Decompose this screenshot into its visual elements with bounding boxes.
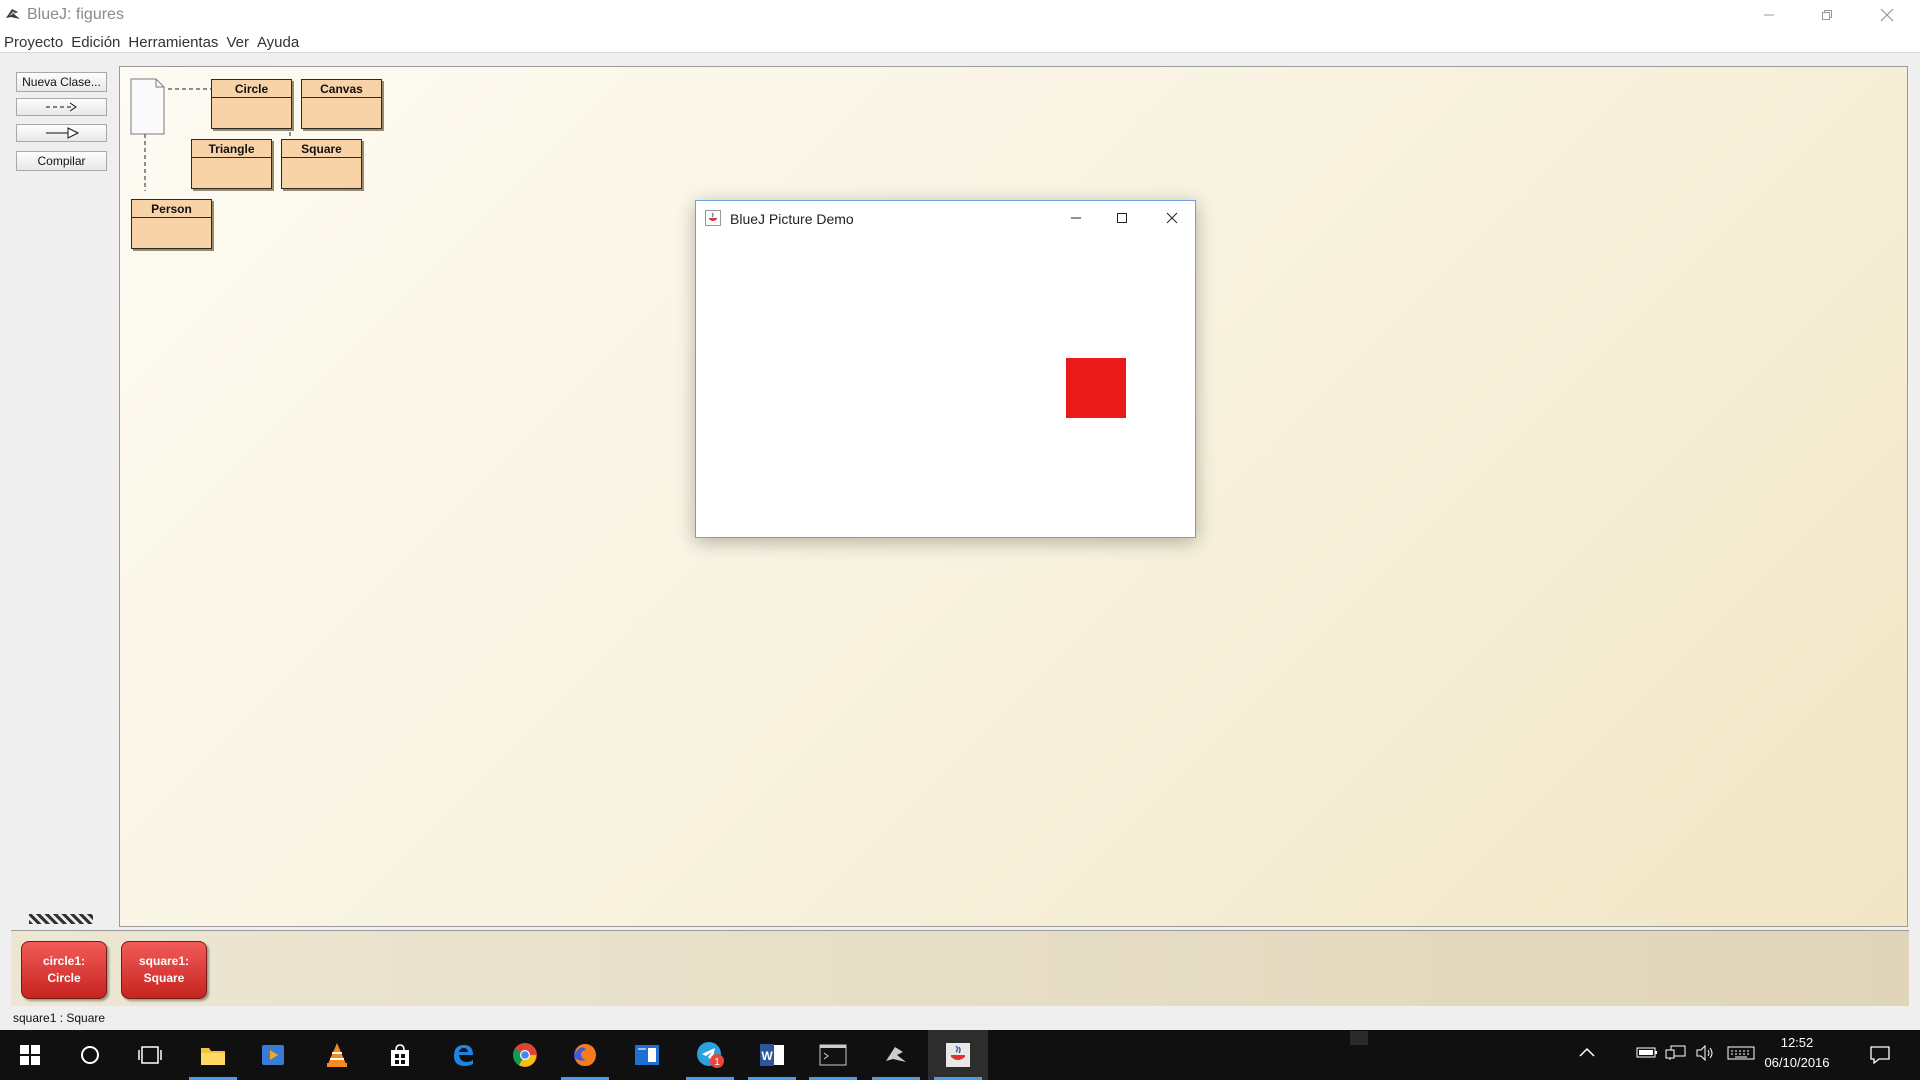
demo-maximize-button[interactable] bbox=[1099, 203, 1145, 233]
picture-demo-window: BlueJ Picture Demo bbox=[695, 200, 1196, 538]
demo-close-button[interactable] bbox=[1149, 203, 1195, 233]
taskbar-clock[interactable]: 12:52 06/10/2016 bbox=[1762, 1033, 1832, 1073]
maximize-icon bbox=[1117, 213, 1127, 223]
uses-arrow-button[interactable] bbox=[16, 98, 107, 116]
close-icon bbox=[1166, 212, 1178, 224]
taskbar-store[interactable] bbox=[370, 1030, 430, 1080]
svg-text:W: W bbox=[761, 1049, 773, 1063]
minimize-button[interactable] bbox=[1740, 0, 1798, 30]
chrome-icon bbox=[513, 1043, 537, 1067]
demo-title-bar[interactable]: BlueJ Picture Demo bbox=[696, 201, 1195, 235]
close-icon bbox=[1880, 8, 1894, 22]
telegram-icon: 1 bbox=[697, 1042, 724, 1068]
taskbar-firefox[interactable] bbox=[555, 1030, 615, 1080]
java-cup-icon bbox=[705, 210, 721, 226]
clock-time: 12:52 bbox=[1780, 1035, 1814, 1050]
class-triangle[interactable]: Triangle bbox=[191, 139, 272, 189]
edge-icon bbox=[454, 1045, 473, 1066]
dashed-arrow-icon bbox=[45, 102, 77, 112]
menu-ayuda[interactable]: Ayuda bbox=[257, 34, 299, 51]
class-canvas[interactable]: Canvas bbox=[301, 79, 382, 129]
title-bar: BlueJ: figures bbox=[0, 0, 1920, 30]
restore-icon bbox=[1822, 10, 1832, 20]
firefox-icon bbox=[574, 1044, 596, 1066]
class-name-canvas: Canvas bbox=[302, 80, 381, 98]
file-explorer-icon bbox=[201, 1048, 225, 1065]
task-view-button[interactable] bbox=[120, 1030, 180, 1080]
telegram-badge-count: 1 bbox=[714, 1057, 720, 1068]
tray-overflow-tab[interactable] bbox=[1350, 1031, 1368, 1045]
taskbar-telegram[interactable]: 1 bbox=[680, 1030, 740, 1080]
action-center-icon[interactable] bbox=[1869, 1045, 1891, 1065]
new-class-button[interactable]: Nueva Clase... bbox=[16, 72, 107, 92]
taskbar-word[interactable]: W bbox=[742, 1030, 802, 1080]
left-toolbar: Nueva Clase... Compilar bbox=[0, 53, 120, 923]
taskbar-reader[interactable] bbox=[617, 1030, 677, 1080]
cortana-button[interactable] bbox=[60, 1030, 120, 1080]
bluej-app-icon bbox=[6, 9, 20, 19]
show-hidden-icons-icon[interactable] bbox=[1578, 1045, 1596, 1059]
minimize-icon bbox=[1764, 14, 1774, 16]
status-bar-text: square1 : Square bbox=[13, 1011, 106, 1025]
taskbar-bluej[interactable] bbox=[866, 1030, 926, 1080]
taskbar-chrome[interactable] bbox=[495, 1030, 555, 1080]
class-square[interactable]: Square bbox=[281, 139, 362, 189]
activity-indicator bbox=[29, 914, 93, 924]
taskbar-file-explorer[interactable] bbox=[183, 1030, 243, 1080]
object-square1-type: Square bbox=[143, 971, 185, 985]
close-button[interactable] bbox=[1858, 0, 1916, 30]
task-view-icon bbox=[138, 1046, 162, 1064]
class-name-circle: Circle bbox=[212, 80, 291, 98]
object-circle1-type: Circle bbox=[47, 971, 81, 985]
object-circle1[interactable]: circle1: Circle bbox=[21, 941, 107, 999]
class-name-square: Square bbox=[282, 140, 361, 158]
inherit-arrow-button[interactable] bbox=[16, 124, 107, 142]
object-square1-name: square1: bbox=[138, 954, 190, 968]
inheritance-arrow-icon bbox=[45, 127, 79, 139]
cortana-icon bbox=[81, 1046, 99, 1064]
menu-ver[interactable]: Ver bbox=[226, 34, 249, 51]
object-circle1-name: circle1: bbox=[42, 954, 86, 968]
network-icon[interactable] bbox=[1665, 1045, 1687, 1061]
class-name-person: Person bbox=[132, 200, 211, 218]
class-person[interactable]: Person bbox=[131, 199, 212, 249]
clock-date: 06/10/2016 bbox=[1764, 1055, 1830, 1070]
red-square-shape bbox=[1066, 358, 1126, 418]
object-square1[interactable]: square1: Square bbox=[121, 941, 207, 999]
reader-icon bbox=[635, 1045, 659, 1065]
terminal-icon bbox=[819, 1044, 847, 1066]
taskbar-vlc[interactable] bbox=[307, 1030, 367, 1080]
taskbar: 1 W bbox=[0, 1030, 1920, 1080]
class-circle[interactable]: Circle bbox=[211, 79, 292, 129]
taskbar-java[interactable] bbox=[928, 1030, 988, 1080]
menu-proyecto[interactable]: Proyecto bbox=[4, 34, 63, 51]
start-button[interactable] bbox=[0, 1030, 60, 1080]
keyboard-icon[interactable] bbox=[1727, 1045, 1755, 1061]
menu-bar: Proyecto Edición Herramientas Ver Ayuda bbox=[0, 30, 1920, 54]
windows-logo-icon bbox=[20, 1045, 40, 1065]
taskbar-edge[interactable] bbox=[433, 1030, 493, 1080]
menu-edicion[interactable]: Edición bbox=[71, 34, 120, 51]
volume-icon[interactable] bbox=[1695, 1045, 1715, 1061]
vlc-icon bbox=[327, 1043, 347, 1067]
class-name-triangle: Triangle bbox=[192, 140, 271, 158]
minimize-icon bbox=[1071, 217, 1081, 219]
demo-window-title: BlueJ Picture Demo bbox=[730, 211, 854, 227]
taskbar-media-player[interactable] bbox=[243, 1030, 303, 1080]
demo-minimize-button[interactable] bbox=[1053, 203, 1099, 233]
menu-herramientas[interactable]: Herramientas bbox=[128, 34, 218, 51]
media-player-icon bbox=[262, 1045, 284, 1065]
object-bench: circle1: Circle square1: Square bbox=[11, 930, 1909, 1006]
word-icon: W bbox=[760, 1044, 784, 1066]
bluej-icon bbox=[886, 1047, 906, 1062]
taskbar-terminal[interactable] bbox=[803, 1030, 863, 1080]
window-title: BlueJ: figures bbox=[27, 6, 124, 23]
store-icon bbox=[391, 1044, 409, 1066]
compile-button[interactable]: Compilar bbox=[16, 151, 107, 171]
battery-icon[interactable] bbox=[1636, 1045, 1658, 1059]
restore-button[interactable] bbox=[1798, 0, 1856, 30]
java-icon bbox=[946, 1043, 970, 1067]
